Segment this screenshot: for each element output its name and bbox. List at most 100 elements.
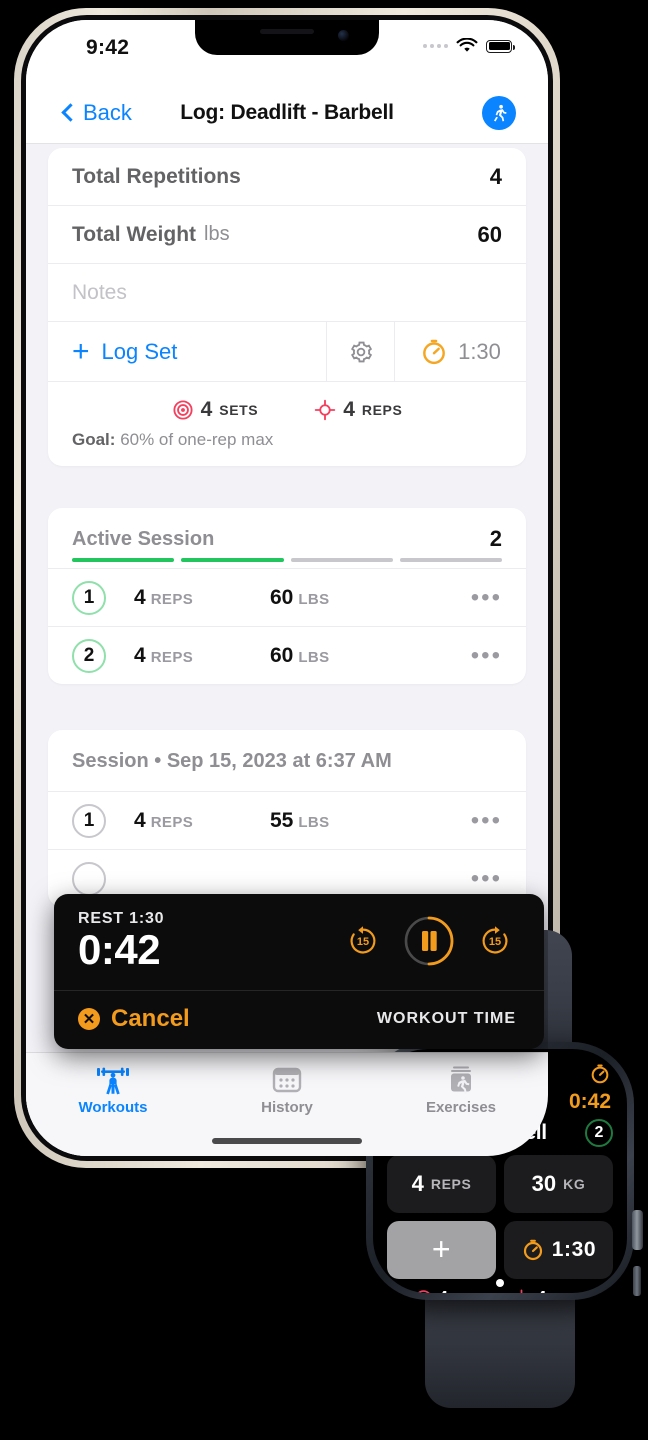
set-index xyxy=(72,861,106,896)
notch xyxy=(195,20,379,55)
tab-label: Workouts xyxy=(78,1099,148,1116)
watch-reps-value: 4 xyxy=(411,1171,424,1196)
watch-reps-target-label: REPS xyxy=(551,1292,586,1294)
watch-sets-value: 4 xyxy=(438,1288,448,1293)
watch-tile-grid: 4 REPS 30 KG + 1:30 xyxy=(387,1155,613,1279)
back-button[interactable]: Back xyxy=(61,100,132,126)
iphone-bezel: 9:42 Back Log: Deadlift - Barbell Total … xyxy=(21,15,553,1161)
field-value: 60 xyxy=(477,221,502,247)
watch-set-count: 2 xyxy=(585,1119,613,1147)
close-circle-icon: ✕ xyxy=(78,1008,100,1031)
table-row[interactable]: 1 4 REPS 55 LBS ••• xyxy=(48,791,526,849)
svg-text:15: 15 xyxy=(357,936,369,948)
ellipsis-icon[interactable]: ••• xyxy=(471,644,502,667)
digital-crown[interactable] xyxy=(632,1210,643,1250)
gear-icon xyxy=(350,341,372,362)
past-session-title: Session • Sep 15, 2023 at 6:37 AM xyxy=(72,750,392,772)
log-set-row: + Log Set 1:30 xyxy=(48,322,526,382)
set-reps: 4 REPS xyxy=(134,809,244,833)
log-set-label: Log Set xyxy=(101,338,178,364)
field-label: Total Weight xyxy=(72,222,197,246)
set-index: 1 xyxy=(72,803,106,838)
log-form-card: Total Repetitions 4 Total Weight lbs 60 … xyxy=(48,148,526,466)
log-set-button[interactable]: + Log Set xyxy=(48,322,326,381)
target-sets-label: SETS xyxy=(219,402,259,418)
crosshair-icon xyxy=(314,399,336,421)
watch-rest-value: 0:42 xyxy=(568,1090,611,1113)
exercise-cards-icon xyxy=(451,1066,471,1094)
ellipsis-icon[interactable]: ••• xyxy=(471,586,502,609)
watch-side-button[interactable] xyxy=(633,1266,641,1296)
field-label: Total Repetitions xyxy=(72,164,241,188)
workout-time-label: WORKOUT TIME xyxy=(376,1010,516,1028)
front-camera-icon xyxy=(338,30,349,41)
set-weight: 60 LBS xyxy=(270,644,330,668)
watch-add-set-button[interactable]: + xyxy=(387,1221,496,1279)
past-session-card: Session • Sep 15, 2023 at 6:37 AM 1 4 RE… xyxy=(48,730,526,907)
set-reps-unit: REPS xyxy=(150,648,194,666)
stopwatch-icon xyxy=(591,1064,609,1084)
wifi-icon xyxy=(456,38,478,52)
stopwatch-icon xyxy=(423,339,445,364)
target-sets-value: 4 xyxy=(200,398,213,421)
set-weight-unit: LBS xyxy=(298,813,330,831)
pause-icon[interactable] xyxy=(402,914,456,968)
home-indicator[interactable] xyxy=(212,1138,362,1144)
active-session-card: Active Session 2 1 4 REPS 60 LBS ••• 2 4… xyxy=(48,508,526,684)
set-reps-unit: REPS xyxy=(150,590,194,608)
set-weight-value: 55 xyxy=(270,808,294,832)
target-rings-icon xyxy=(417,1290,430,1293)
forward-15-icon[interactable]: 15 xyxy=(478,924,512,958)
target-reps-value: 4 xyxy=(343,398,355,421)
field-notes[interactable]: Notes xyxy=(48,264,526,322)
field-total-repetitions[interactable]: Total Repetitions 4 xyxy=(48,148,526,206)
watch-weight-tile[interactable]: 30 KG xyxy=(504,1155,613,1213)
table-row[interactable]: 1 4 REPS 60 LBS ••• xyxy=(48,568,526,626)
tab-label: Exercises xyxy=(425,1099,497,1116)
rest-timer-footer: ✕ Cancel WORKOUT TIME xyxy=(54,991,544,1049)
set-reps: 4 REPS xyxy=(134,586,244,610)
active-session-count: 2 xyxy=(489,526,502,551)
active-session-header: Active Session 2 xyxy=(48,508,526,558)
set-reps-unit: REPS xyxy=(150,813,194,831)
set-weight-unit: LBS xyxy=(298,648,330,666)
watch-page-dot xyxy=(496,1279,504,1287)
watch-rest-indicator: 0:42 xyxy=(569,1063,611,1113)
settings-button[interactable] xyxy=(326,322,394,381)
set-index: 1 xyxy=(72,580,106,615)
rest-timer-button[interactable]: 1:30 xyxy=(394,322,526,381)
field-value: 4 xyxy=(489,163,502,189)
scroll-content[interactable]: Total Repetitions 4 Total Weight lbs 60 … xyxy=(26,144,548,1156)
field-total-weight[interactable]: Total Weight lbs 60 xyxy=(48,206,526,264)
watch-rest-timer-tile[interactable]: 1:30 xyxy=(504,1221,613,1279)
tab-exercises[interactable]: Exercises xyxy=(374,1053,548,1156)
target-reps-label: REPS xyxy=(361,402,403,418)
ellipsis-icon[interactable]: ••• xyxy=(471,867,502,890)
running-person-icon[interactable] xyxy=(482,95,516,130)
crosshair-icon xyxy=(520,1289,523,1293)
set-reps: 4 REPS xyxy=(134,644,244,668)
rest-timer-controls: 15 15 xyxy=(346,914,520,968)
notes-placeholder: Notes xyxy=(72,280,127,304)
watch-reps-tile[interactable]: 4 REPS xyxy=(387,1155,496,1213)
goal-value: 60% of one-rep max xyxy=(120,430,274,449)
stopwatch-icon xyxy=(523,1239,542,1261)
rewind-15-icon[interactable]: 15 xyxy=(346,924,380,958)
field-unit: lbs xyxy=(204,223,230,245)
ellipsis-icon[interactable]: ••• xyxy=(471,809,502,832)
set-weight: 60 LBS xyxy=(270,586,330,610)
cancel-button[interactable]: ✕ Cancel xyxy=(78,1005,190,1033)
rest-timer-readout: REST 1:30 0:42 xyxy=(78,910,164,972)
weightlifter-icon xyxy=(97,1067,129,1095)
chevron-left-icon xyxy=(61,103,80,122)
plus-icon: + xyxy=(431,1231,452,1268)
rest-elapsed: 0:42 xyxy=(78,926,161,973)
rest-timer-value: 1:30 xyxy=(458,338,501,364)
watch-rest-timer-value: 1:30 xyxy=(551,1238,597,1261)
rest-timer-main: REST 1:30 0:42 15 15 xyxy=(54,894,544,990)
tab-workouts[interactable]: Workouts xyxy=(26,1053,200,1156)
tab-label: History xyxy=(261,1099,313,1116)
set-reps-value: 4 xyxy=(134,585,146,609)
table-row[interactable]: 2 4 REPS 60 LBS ••• xyxy=(48,626,526,684)
